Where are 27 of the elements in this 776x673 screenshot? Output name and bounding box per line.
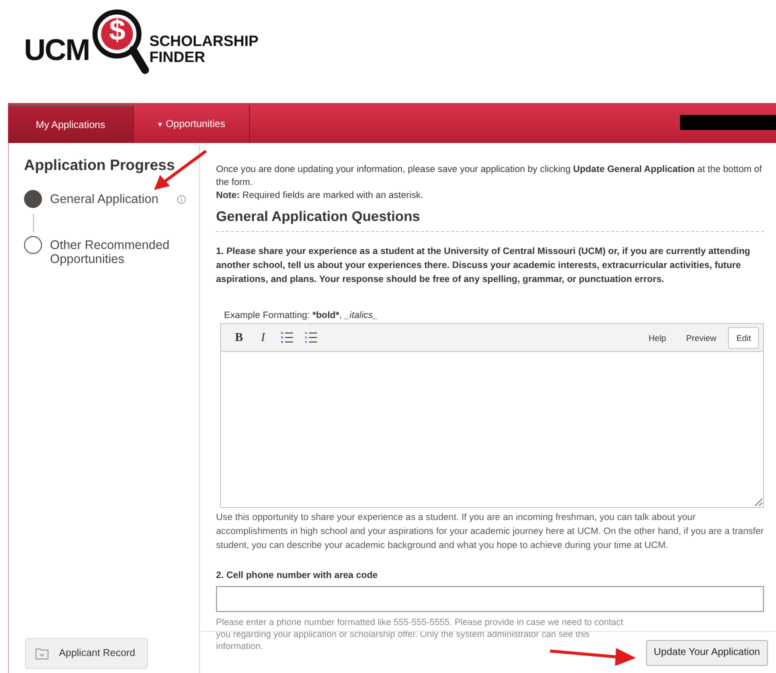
format-hint: Example Formatting: *bold*, _italics_ <box>224 310 379 320</box>
italic-button[interactable]: I <box>253 328 273 348</box>
help-text: Use this opportunity to share your experience as a student. If you are an incoming freshman, you can talk about your accomplishments in high school and your aspirations for your academic journey here at UCM. On the other hand, if you are a transfer student, you can describe your academic background and what you hope to achieve during your time at UCM. <box>216 511 764 552</box>
bold-button[interactable]: B <box>229 328 249 348</box>
nav-tab[interactable]: My Applications <box>8 105 134 143</box>
phone-input-field[interactable] <box>216 586 764 612</box>
update-application-button[interactable]: Update Your Application <box>646 640 768 666</box>
question-text: 1. Please share your experience as a student at the University of Central Missouri (UCM) or, if you are currently attending another school, tell us about your experiences there. Discuss your academic interests, extracurricular activities, future aspirations, and plans. Your response should be free of any spelling, grammar, or punctuation errors. <box>216 245 752 286</box>
step-link[interactable]: General Application <box>50 192 175 206</box>
numbered-list-icon <box>281 332 293 343</box>
logo-wordmark: UCM <box>24 34 90 68</box>
nav-tab[interactable]: ▾ Opportunities <box>134 105 250 143</box>
editor-mode-tab[interactable]: Help <box>640 326 674 348</box>
folder-icon <box>35 647 49 660</box>
note-text: Note: Required fields are marked with an asterisk. <box>216 189 424 202</box>
applicant-record-button[interactable]: Applicant Record <box>25 638 148 669</box>
editor-mode-tab[interactable]: Preview <box>678 326 724 348</box>
step-link[interactable]: Other Recommended Opportunities <box>50 238 175 266</box>
caret-icon: ▾ <box>158 120 162 128</box>
question-text: 2. Cell phone number with area code <box>216 569 379 582</box>
instructions-text: Once you are done updating your information, please save your application by clicking Update General Application at the bottom of the form. <box>216 163 763 189</box>
section-heading: General Application Questions <box>216 208 764 232</box>
editor-mode-tab[interactable]: Edit <box>728 326 759 348</box>
logo-title: SCHOLARSHIP <box>149 34 259 50</box>
logo-title: FINDER <box>149 50 206 66</box>
sidebar-title: Application Progress <box>24 157 176 174</box>
bullet-list-icon <box>305 332 317 343</box>
